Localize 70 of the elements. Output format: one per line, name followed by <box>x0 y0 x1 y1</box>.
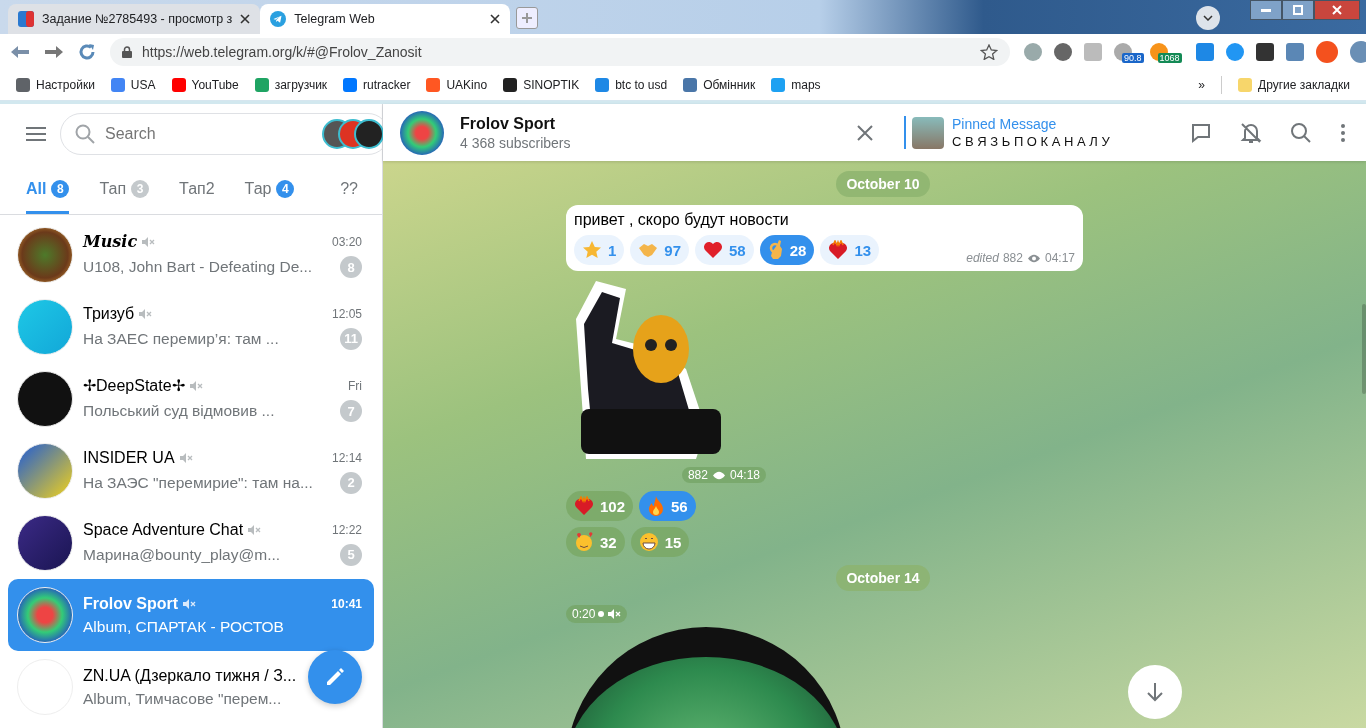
unread-count: 2 <box>340 471 362 494</box>
chat-name: ZN.UA (Дзеркало тижня / З... <box>83 666 297 685</box>
date-label: October 10 <box>836 171 930 197</box>
chat-list-item[interactable]: ZN.UA (Дзеркало тижня / З... Album, Тимчасове "перем... <box>8 651 374 723</box>
tab-title: Задание №2785493 - просмотр з <box>42 12 233 26</box>
view-count: 882 <box>687 468 708 482</box>
video-duration: 0:20 <box>572 607 596 621</box>
subscriber-count: 4 368 subscribers <box>460 134 572 151</box>
address-bar[interactable]: https://web.telegram.org/k/#@Frolov_Zanosit <box>110 38 1010 66</box>
chat-name: ✢DeepState✢ <box>83 376 185 395</box>
chat-name: Frolov Sport <box>83 594 179 613</box>
bookmark-link[interactable]: maps <box>771 78 821 92</box>
edited-label: edited <box>966 251 999 265</box>
bookmark-link[interactable]: USA <box>110 78 156 92</box>
chat-list-item[interactable]: INSIDER UA 12:14 На ЗАЭС "перемирие": там на... 2 <box>8 435 374 507</box>
folder-tab[interactable]: Тап 3 <box>99 166 150 214</box>
chat-time: 10:41 <box>331 596 362 611</box>
bookmark-link[interactable]: rutracker <box>343 78 411 92</box>
chat-name: INSIDER UA <box>83 448 175 467</box>
view-count: 882 <box>1002 251 1023 265</box>
folder-tab[interactable]: Тар 4 <box>244 166 295 214</box>
date-label: October 14 <box>836 565 930 591</box>
chat-list-item[interactable]: ✢DeepState✢ Fri Польський суд відмовив ... 7 <box>8 363 374 435</box>
chat-list-item[interactable]: Тризуб 12:05 На ЗАЕС перемир’я: там ... 11 <box>8 291 374 363</box>
chat-preview: На ЗАЭС "перемирие": там на... <box>83 473 314 492</box>
chat-preview: U108, John Bart - Defeating De... <box>83 258 314 276</box>
chat-time: 03:20 <box>331 234 362 249</box>
chat-preview: Album, СПАРТАК - РОСТОВ <box>83 617 285 636</box>
bookmark-link[interactable]: UAKino <box>426 78 488 92</box>
message-time: 04:18 <box>729 468 760 482</box>
chat-time: 12:14 <box>331 450 362 465</box>
browser-tab[interactable]: Задание №2785493 - просмотр з <box>8 4 261 34</box>
chat-preview: Польський суд відмовив ... <box>83 402 276 420</box>
bookmark-folder[interactable]: Другие закладки <box>1238 78 1350 92</box>
extension-badge: 1068 <box>1157 53 1182 63</box>
chat-name: Music <box>83 232 138 251</box>
folder-tab[interactable]: Тап2 <box>179 166 215 214</box>
chat-name: Space Adventure Chat <box>83 520 244 539</box>
unread-count: 4 <box>276 179 295 198</box>
unread-count: 11 <box>340 327 362 350</box>
search-field[interactable]: Search <box>105 125 312 143</box>
channel-title[interactable]: Frolov Sport <box>460 114 840 133</box>
more-bookmarks-button[interactable]: » <box>1198 78 1206 92</box>
bookmark-link[interactable]: btc to usd <box>595 78 668 92</box>
pinned-text: С В Я З Ь П О К А Н А Л У <box>952 134 1110 149</box>
chat-preview: Марина@bounty_play@m... <box>83 545 282 564</box>
unread-count: 5 <box>340 543 362 566</box>
chat-list-item[interactable]: Space Adventure Chat 12:22 Марина@bounty_play@m... 5 <box>8 507 374 579</box>
bookmark-link[interactable]: SINOPTIK <box>503 78 580 92</box>
chat-preview: Album, Тимчасове "перем... <box>83 689 283 708</box>
chat-list-item[interactable]: Music 03:20 U108, John Bart - Defeating De... 8 <box>8 219 374 291</box>
browser-tab[interactable]: Telegram Web <box>260 4 511 34</box>
unread-count: 8 <box>51 179 70 198</box>
message-text: привет , скоро будут новости <box>574 211 790 229</box>
tab-title: Telegram Web <box>294 12 376 26</box>
extension-badge: 90.8 <box>1122 53 1144 63</box>
chat-time: 12:22 <box>331 522 362 537</box>
unread-count: 8 <box>340 256 362 278</box>
chat-time: Fri <box>348 378 362 393</box>
unread-count: 3 <box>131 179 150 198</box>
bookmark-link[interactable]: Обмінник <box>683 78 756 92</box>
bookmark-link[interactable]: Настройки <box>16 78 95 92</box>
folder-tab[interactable]: ?? <box>340 166 358 214</box>
chat-name: Тризуб <box>83 304 135 323</box>
chat-time: 12:05 <box>331 306 362 321</box>
chat-preview: На ЗАЕС перемир’я: там ... <box>83 329 280 348</box>
bookmark-link[interactable]: загрузчик <box>254 78 328 92</box>
message-time: 04:17 <box>1044 251 1075 265</box>
bookmark-link[interactable]: YouTube <box>171 78 239 92</box>
unread-count: 7 <box>340 400 362 422</box>
